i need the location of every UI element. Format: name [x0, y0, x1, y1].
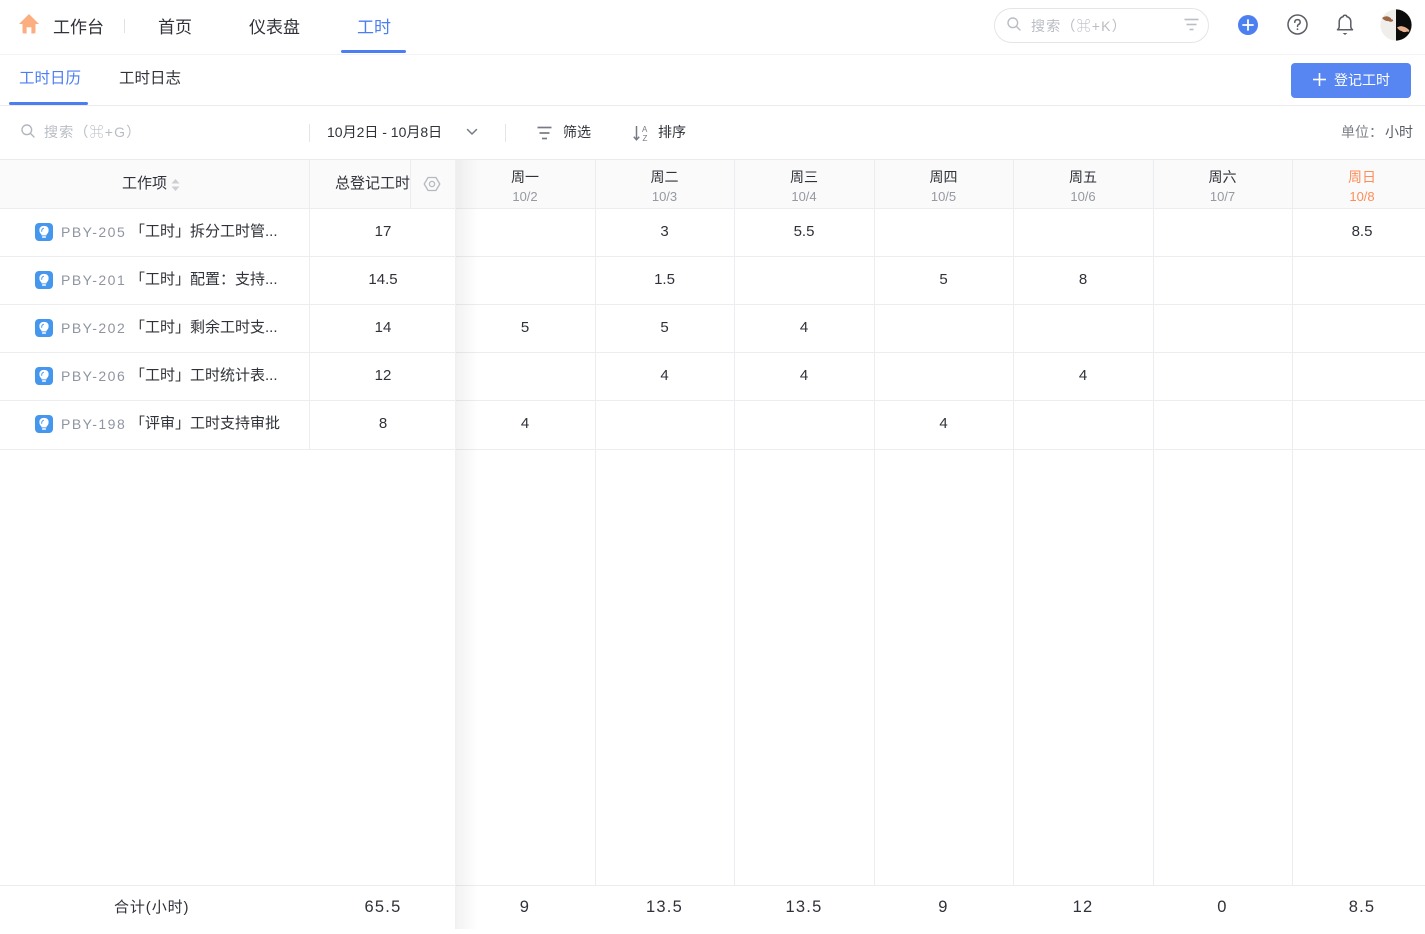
svg-text:A: A	[642, 125, 648, 134]
svg-text:Z: Z	[643, 134, 648, 142]
